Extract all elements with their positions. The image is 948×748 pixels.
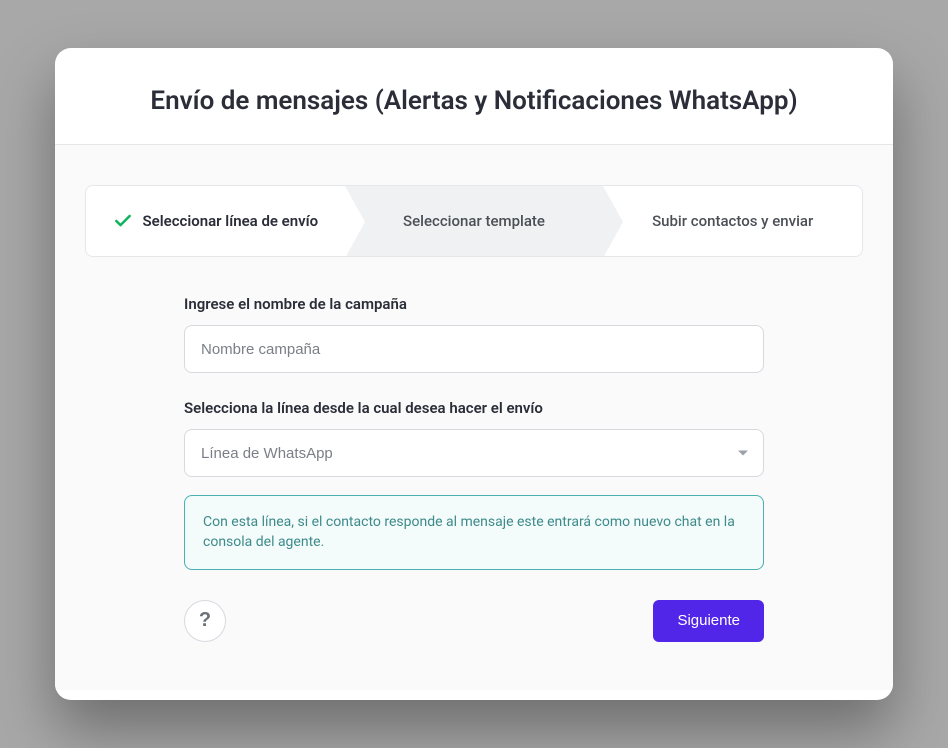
step-select-line[interactable]: Seleccionar línea de envío bbox=[86, 186, 345, 256]
wizard-stepper: Seleccionar línea de envío Seleccionar t… bbox=[85, 185, 863, 257]
line-select-wrapper: Línea de WhatsApp bbox=[184, 429, 764, 477]
next-button[interactable]: Siguiente bbox=[653, 600, 764, 642]
step-select-template[interactable]: Seleccionar template bbox=[345, 186, 604, 256]
modal-card: Envío de mensajes (Alertas y Notificacio… bbox=[55, 48, 893, 700]
line-info-banner: Con esta línea, si el contacto responde … bbox=[184, 495, 764, 570]
step-upload-contacts[interactable]: Subir contactos y enviar bbox=[603, 186, 862, 256]
page-title: Envío de mensajes (Alertas y Notificacio… bbox=[95, 86, 853, 116]
campaign-name-input[interactable] bbox=[184, 325, 764, 373]
form-area: Ingrese el nombre de la campaña Seleccio… bbox=[184, 295, 764, 642]
step-label: Seleccionar template bbox=[403, 212, 545, 230]
check-icon bbox=[113, 211, 133, 231]
content-area: Seleccionar línea de envío Seleccionar t… bbox=[55, 145, 893, 690]
line-select-label: Selecciona la línea desde la cual desea … bbox=[184, 399, 764, 417]
line-select[interactable]: Línea de WhatsApp bbox=[184, 429, 764, 477]
step-label: Seleccionar línea de envío bbox=[143, 212, 319, 230]
question-mark-icon: ? bbox=[199, 609, 211, 632]
help-button[interactable]: ? bbox=[184, 600, 226, 642]
campaign-name-label: Ingrese el nombre de la campaña bbox=[184, 295, 764, 313]
modal-header: Envío de mensajes (Alertas y Notificacio… bbox=[55, 48, 893, 144]
footer-row: ? Siguiente bbox=[184, 600, 764, 642]
step-label: Subir contactos y enviar bbox=[652, 212, 813, 230]
